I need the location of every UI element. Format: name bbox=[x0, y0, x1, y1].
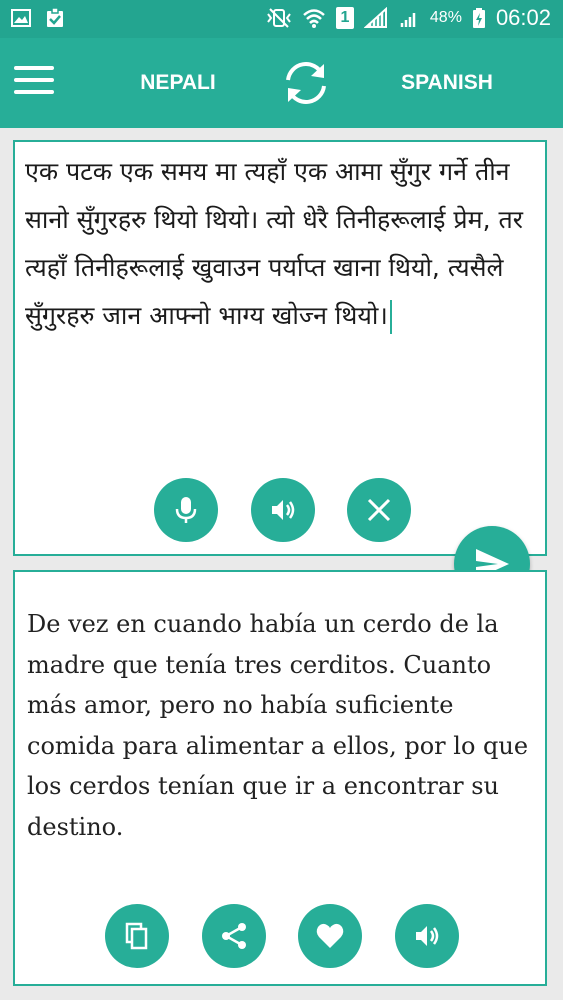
battery-percent: 48% bbox=[429, 9, 462, 26]
sim-slot-badge: 1 bbox=[335, 7, 354, 29]
close-icon bbox=[367, 498, 391, 522]
copy-button[interactable] bbox=[105, 904, 169, 968]
clock: 06:02 bbox=[495, 5, 551, 30]
swap-arrows-icon bbox=[286, 62, 326, 104]
gallery-icon bbox=[11, 9, 31, 27]
copy-icon bbox=[125, 922, 148, 950]
text-cursor bbox=[389, 300, 392, 334]
signal-secondary-icon bbox=[400, 13, 416, 27]
target-language-button[interactable]: SPANISH bbox=[387, 66, 507, 100]
translation-text: De vez en cuando había un cerdo de la ma… bbox=[27, 610, 529, 841]
microphone-icon bbox=[175, 497, 197, 523]
favorite-button[interactable] bbox=[298, 904, 362, 968]
status-bar: 1 48% 06:02 bbox=[0, 0, 563, 38]
source-text-panel: एक पटक एक समय मा त्यहाँ एक आमा सुँगुर गर… bbox=[13, 140, 547, 556]
speaker-icon bbox=[416, 926, 439, 946]
swap-languages-button[interactable] bbox=[278, 58, 334, 108]
microphone-button[interactable] bbox=[154, 478, 218, 542]
translation-panel: De vez en cuando había un cerdo de la ma… bbox=[13, 570, 547, 986]
signal-icon bbox=[363, 7, 387, 28]
source-language-button[interactable]: NEPALI bbox=[128, 66, 228, 100]
source-text-input[interactable]: एक पटक एक समय मा त्यहाँ एक आमा सुँगुर गर… bbox=[25, 148, 535, 340]
speak-source-button[interactable] bbox=[251, 478, 315, 542]
vibrate-mute-icon bbox=[267, 8, 291, 28]
app-bar: NEPALI SPANISH bbox=[0, 38, 563, 128]
clear-text-button[interactable] bbox=[347, 478, 411, 542]
share-icon bbox=[222, 923, 246, 949]
wifi-icon bbox=[303, 9, 325, 28]
clipboard-check-icon bbox=[47, 7, 63, 27]
hamburger-menu-icon[interactable] bbox=[14, 66, 54, 100]
share-button[interactable] bbox=[202, 904, 266, 968]
speaker-icon bbox=[272, 500, 295, 520]
battery-charging-icon bbox=[472, 8, 485, 28]
heart-icon bbox=[316, 923, 344, 948]
speak-translation-button[interactable] bbox=[395, 904, 459, 968]
